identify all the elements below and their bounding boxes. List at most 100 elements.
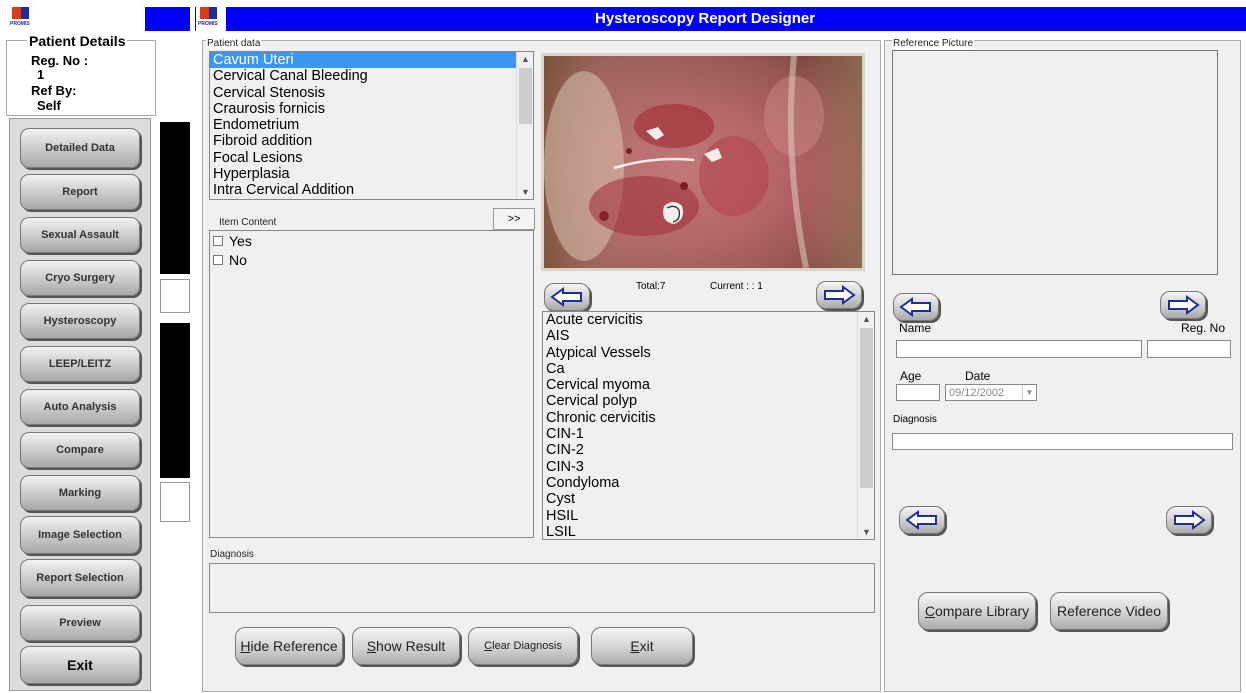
patient-data-item[interactable]: Endometrium bbox=[210, 117, 533, 133]
reference-previous-button[interactable] bbox=[893, 293, 939, 321]
show-result-label: Show Result bbox=[366, 637, 446, 654]
age-label: Age bbox=[900, 369, 922, 383]
option-yes-label: Yes bbox=[229, 233, 252, 249]
finding-item[interactable]: Ca bbox=[543, 361, 874, 377]
findings-scrollbar[interactable]: ▲ ▼ bbox=[857, 312, 874, 539]
exit-nav-button[interactable]: Exit bbox=[20, 646, 140, 684]
finding-item[interactable]: Condyloma bbox=[543, 475, 874, 491]
patient-details-heading: Patient Details bbox=[27, 33, 128, 49]
image-current: Current : : 1 bbox=[710, 281, 763, 292]
image-total: Total:7 bbox=[636, 281, 666, 292]
date-picker[interactable]: 09/12/2002 ▼ bbox=[945, 384, 1037, 401]
findings-scroll-up-icon[interactable]: ▲ bbox=[858, 312, 874, 326]
cryo-surgery-button[interactable]: Cryo Surgery bbox=[20, 260, 140, 296]
option-no[interactable]: No bbox=[213, 252, 247, 268]
patient-data-scrollbar[interactable]: ▲ ▼ bbox=[516, 52, 533, 199]
preview-button[interactable]: Preview bbox=[20, 605, 140, 641]
name-label: Name bbox=[899, 321, 932, 335]
ref-by-label: Ref By: bbox=[31, 83, 77, 98]
scroll-down-arrow-icon[interactable]: ▼ bbox=[517, 185, 533, 199]
previous-image-button[interactable] bbox=[544, 283, 590, 311]
patient-data-item[interactable]: Intra Cervical Addition bbox=[210, 182, 533, 198]
sexual-assault-button[interactable]: Sexual Assault bbox=[20, 217, 140, 253]
reg-no-input[interactable] bbox=[1147, 340, 1231, 358]
finding-item[interactable]: Acute cervicitis bbox=[543, 312, 874, 328]
reference-next-button[interactable] bbox=[1160, 291, 1206, 319]
item-content-label: Item Content bbox=[219, 217, 277, 228]
finding-item[interactable]: CIN-3 bbox=[543, 459, 874, 475]
diagnosis-textarea[interactable] bbox=[209, 563, 875, 613]
exit-button[interactable]: Exit bbox=[591, 627, 693, 665]
date-value: 09/12/2002 bbox=[949, 386, 1005, 399]
arrow-right-icon bbox=[824, 285, 856, 305]
reference-picture[interactable] bbox=[892, 50, 1218, 275]
compare-library-button[interactable]: Compare Library bbox=[918, 592, 1036, 630]
finding-item[interactable]: Atypical Vessels bbox=[543, 345, 874, 361]
scroll-up-arrow-icon[interactable]: ▲ bbox=[517, 52, 533, 66]
date-label: Date bbox=[965, 369, 991, 383]
patient-data-item[interactable]: Hyperplasia bbox=[210, 166, 533, 182]
reference-video-label: Reference Video bbox=[1056, 602, 1162, 619]
finding-item[interactable]: Cervical myoma bbox=[543, 377, 874, 393]
diagnosis-label: Diagnosis bbox=[210, 549, 254, 560]
compare-button[interactable]: Compare bbox=[20, 432, 140, 468]
show-result-button[interactable]: Show Result bbox=[352, 627, 460, 665]
finding-item[interactable]: CIN-1 bbox=[543, 426, 874, 442]
hysteroscopy-button[interactable]: Hysteroscopy bbox=[20, 303, 140, 339]
findings-list[interactable]: Acute cervicitis AIS Atypical Vessels Ca Cer… bbox=[542, 311, 875, 540]
finding-item[interactable]: AIS bbox=[543, 328, 874, 344]
next-image-button[interactable] bbox=[816, 281, 862, 309]
navigation-panel: Detailed Data Report Sexual Assault Cryo… bbox=[9, 118, 151, 691]
thumbnail-1[interactable] bbox=[160, 122, 190, 274]
reg-no-field-label: Reg. No bbox=[1181, 321, 1226, 335]
finding-item[interactable]: Cervical polyp bbox=[543, 393, 874, 409]
arrow-left-icon bbox=[899, 297, 931, 317]
thumbnail-1-caption bbox=[160, 279, 190, 313]
hide-reference-button[interactable]: Hide Reference bbox=[235, 627, 343, 665]
no-checkbox[interactable] bbox=[213, 255, 223, 265]
patient-details-panel: Patient Details Reg. No : 1 Ref By: Self bbox=[6, 33, 156, 116]
findings-scroll-down-icon[interactable]: ▼ bbox=[858, 525, 874, 539]
patient-data-item[interactable]: Craurosis fornicis bbox=[210, 101, 533, 117]
patient-data-item[interactable]: Cervical Stenosis bbox=[210, 85, 533, 101]
hysteroscopy-image[interactable] bbox=[541, 53, 865, 271]
patient-data-list[interactable]: Cavum Uteri Cervical Canal Bleeding Cervic… bbox=[209, 51, 534, 200]
image-selection-button[interactable]: Image Selection bbox=[20, 516, 140, 554]
date-dropdown-icon[interactable]: ▼ bbox=[1022, 385, 1036, 400]
option-yes[interactable]: Yes bbox=[213, 233, 252, 249]
finding-item[interactable]: HSIL bbox=[543, 508, 874, 524]
patient-data-item[interactable]: Focal Lesions bbox=[210, 150, 533, 166]
expand-button[interactable]: >> bbox=[493, 208, 535, 230]
clear-diagnosis-label: Clear Diagnosis bbox=[484, 639, 562, 652]
library-previous-button[interactable] bbox=[899, 506, 945, 534]
finding-item[interactable]: Cyst bbox=[543, 491, 874, 507]
finding-item[interactable]: LSIL bbox=[543, 524, 874, 539]
patient-data-label: Patient data bbox=[206, 38, 262, 49]
thumbnail-2-caption bbox=[160, 482, 190, 522]
patient-data-item[interactable]: Cervical Canal Bleeding bbox=[210, 68, 533, 84]
report-button[interactable]: Report bbox=[20, 174, 140, 210]
hide-reference-label: Hide Reference bbox=[240, 637, 338, 654]
reference-diagnosis-input[interactable] bbox=[892, 433, 1233, 450]
scroll-thumb[interactable] bbox=[519, 68, 532, 124]
marking-button[interactable]: Marking bbox=[20, 475, 140, 511]
patient-data-item[interactable]: Cavum Uteri bbox=[210, 52, 533, 69]
yes-checkbox[interactable] bbox=[213, 236, 223, 246]
finding-item[interactable]: Chronic cervicitis bbox=[543, 410, 874, 426]
report-selection-button[interactable]: Report Selection bbox=[20, 559, 140, 597]
clear-diagnosis-button[interactable]: Clear Diagnosis bbox=[468, 627, 578, 665]
arrow-left-icon bbox=[905, 510, 937, 530]
item-content-panel: Yes No bbox=[209, 230, 534, 538]
detailed-data-button[interactable]: Detailed Data bbox=[20, 128, 140, 168]
reference-video-button[interactable]: Reference Video bbox=[1050, 592, 1168, 630]
name-input[interactable] bbox=[896, 340, 1142, 358]
reg-no-label: Reg. No : bbox=[31, 53, 89, 68]
finding-item[interactable]: CIN-2 bbox=[543, 442, 874, 458]
thumbnail-2[interactable] bbox=[160, 323, 190, 478]
findings-scroll-thumb[interactable] bbox=[860, 328, 873, 488]
age-input[interactable] bbox=[896, 384, 940, 401]
library-next-button[interactable] bbox=[1166, 506, 1212, 534]
patient-data-item[interactable]: Fibroid addition bbox=[210, 133, 533, 149]
leep-leitz-button[interactable]: LEEP/LEITZ bbox=[20, 346, 140, 382]
auto-analysis-button[interactable]: Auto Analysis bbox=[20, 389, 140, 425]
